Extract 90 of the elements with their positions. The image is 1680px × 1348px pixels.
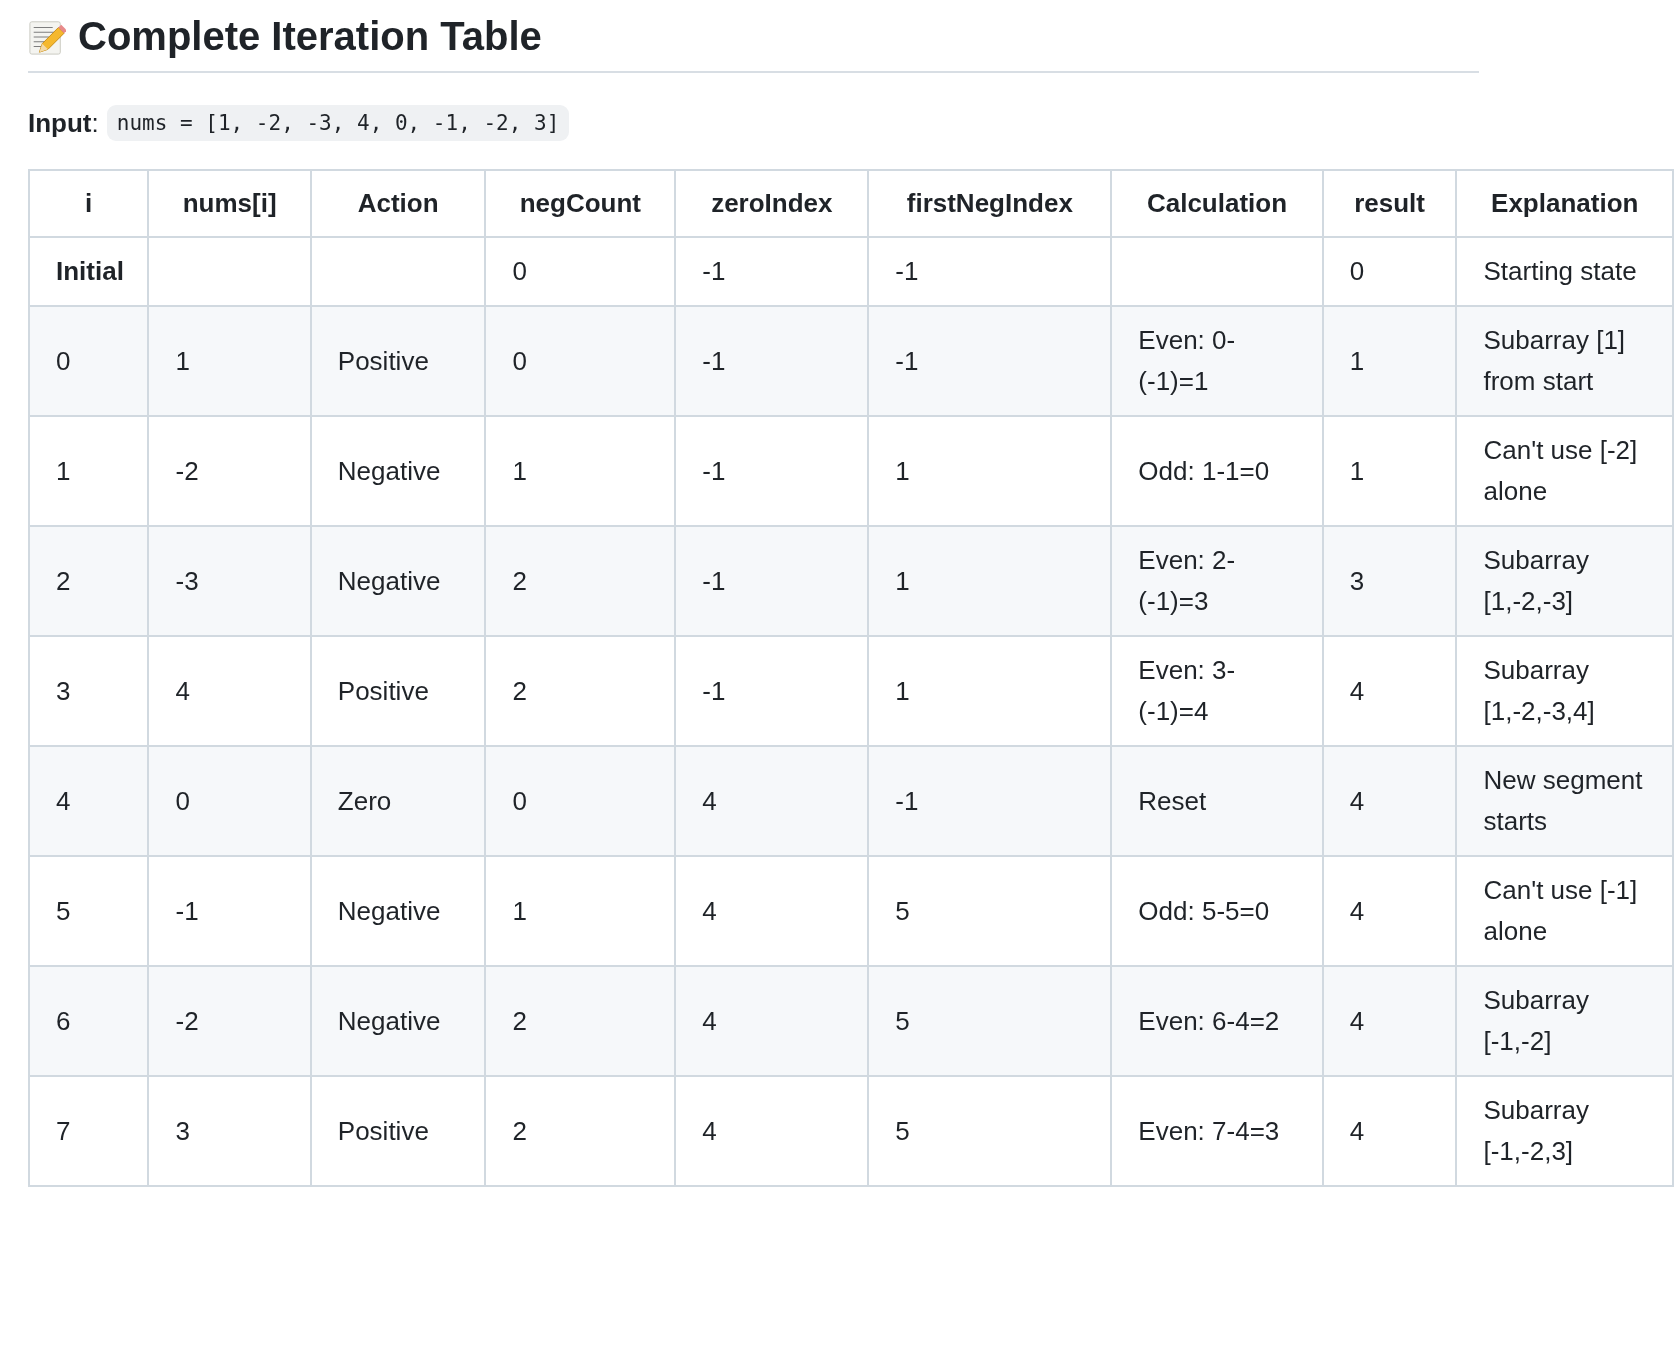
table-cell: -1: [702, 256, 726, 286]
section-heading: Complete Iteration Table: [78, 14, 542, 59]
table-cell: -2: [175, 455, 199, 486]
table-cell: 2: [512, 1005, 527, 1036]
table-cell: Odd: 1-1=0: [1138, 455, 1270, 486]
table-cell: -1: [702, 455, 726, 486]
column-header: nums[i]: [148, 170, 311, 237]
column-header: Explanation: [1456, 170, 1673, 237]
table-cell: 3: [56, 675, 71, 706]
table-cell: -1: [895, 785, 919, 816]
table-cell: New segment starts: [1483, 765, 1643, 836]
table-cell: Even: 2-(-1)=3: [1138, 545, 1236, 616]
table-cell: 1: [512, 455, 527, 486]
table-cell: Positive: [337, 345, 429, 376]
table-cell: 4: [1349, 675, 1365, 706]
table-cell: 6: [56, 1005, 71, 1036]
table-cell: Initial: [56, 256, 124, 286]
table-cell: 1: [175, 345, 190, 376]
table-cell: Even: 7-4=3: [1138, 1115, 1280, 1146]
table-cell: Negative: [337, 565, 441, 596]
table-cell: Subarray [1,-2,-3,4]: [1483, 655, 1595, 726]
table-cell: 2: [56, 565, 71, 596]
table-cell: Negative: [337, 455, 441, 486]
table-cell: Can't use [-1] alone: [1483, 875, 1638, 946]
table-cell: 4: [1349, 1005, 1365, 1036]
column-header: zeroIndex: [675, 170, 869, 237]
column-header: Calculation: [1111, 170, 1323, 237]
table-cell: Even: 6-4=2: [1138, 1005, 1280, 1036]
table-cell: Positive: [337, 675, 429, 706]
table-cell: Subarray [1] from start: [1483, 325, 1626, 396]
table-cell: Zero: [337, 785, 392, 816]
input-label: Input:: [28, 107, 99, 139]
table-cell: 4: [702, 1005, 717, 1036]
table-cell: 0: [1349, 256, 1365, 286]
table-cell: 2: [512, 565, 527, 596]
table-cell: Negative: [337, 895, 441, 926]
table-cell: -1: [895, 256, 919, 286]
table-cell: Negative: [337, 1005, 441, 1036]
table-cell: 0: [512, 345, 527, 376]
table-cell: 4: [702, 1115, 717, 1146]
table-cell: 1: [895, 455, 910, 486]
table-cell: 5: [895, 895, 910, 926]
table-cell: -1: [702, 345, 726, 376]
table-cell: 5: [895, 1005, 910, 1036]
table-cell: 2: [512, 675, 527, 706]
column-header: i: [29, 170, 149, 237]
table-cell: 5: [895, 1115, 910, 1146]
code-snippet: nums = [1, -2, -3, 4, 0, -1, -2, 3]: [106, 105, 570, 141]
table-cell: Positive: [337, 1115, 429, 1146]
column-header: firstNegIndex: [868, 170, 1112, 237]
table-cell: 0: [175, 785, 190, 816]
column-header: negCount: [485, 170, 676, 237]
table-cell: 0: [512, 785, 527, 816]
table-cell: Subarray [-1,-2,3]: [1483, 1095, 1589, 1166]
table-cell: 4: [1349, 785, 1365, 816]
table-cell: 0: [56, 345, 71, 376]
table-cell: Subarray [-1,-2]: [1483, 985, 1589, 1056]
table-cell: -1: [702, 565, 726, 596]
table-cell: 4: [175, 675, 190, 706]
table-cell: 3: [175, 1115, 190, 1146]
table-cell: 4: [1349, 1115, 1365, 1146]
table-cell: 1: [895, 675, 910, 706]
table-cell: -1: [175, 895, 199, 926]
table-cell: 4: [702, 895, 717, 926]
table-cell: -3: [175, 565, 199, 596]
table-cell: Even: 3-(-1)=4: [1138, 655, 1236, 726]
column-header: result: [1322, 170, 1457, 237]
table-cell: -2: [175, 1005, 199, 1036]
table-cell: 1: [1349, 345, 1365, 376]
table-cell: Even: 0-(-1)=1: [1138, 325, 1236, 396]
table-cell: 3: [1349, 565, 1365, 596]
table-cell: 4: [1349, 895, 1365, 926]
table-cell: Subarray [1,-2,-3]: [1483, 545, 1589, 616]
table-cell: 7: [56, 1115, 71, 1146]
table-cell: Can't use [-2] alone: [1483, 435, 1638, 506]
table-cell: 4: [702, 785, 717, 816]
column-header: Action: [310, 170, 486, 237]
table-cell: Reset: [1138, 785, 1207, 816]
table-cell: 1: [895, 565, 910, 596]
table-cell: 1: [1349, 455, 1365, 486]
table-cell: 2: [512, 1115, 527, 1146]
table-cell: 1: [56, 455, 71, 486]
table-cell: 4: [56, 785, 71, 816]
table-cell: -1: [895, 345, 919, 376]
table-cell: 1: [512, 895, 527, 926]
table-cell: -1: [702, 675, 726, 706]
table-cell: 5: [56, 895, 71, 926]
table-cell: 0: [512, 256, 527, 286]
table-cell: Starting state: [1483, 256, 1637, 286]
table-cell: Odd: 5-5=0: [1138, 895, 1270, 926]
